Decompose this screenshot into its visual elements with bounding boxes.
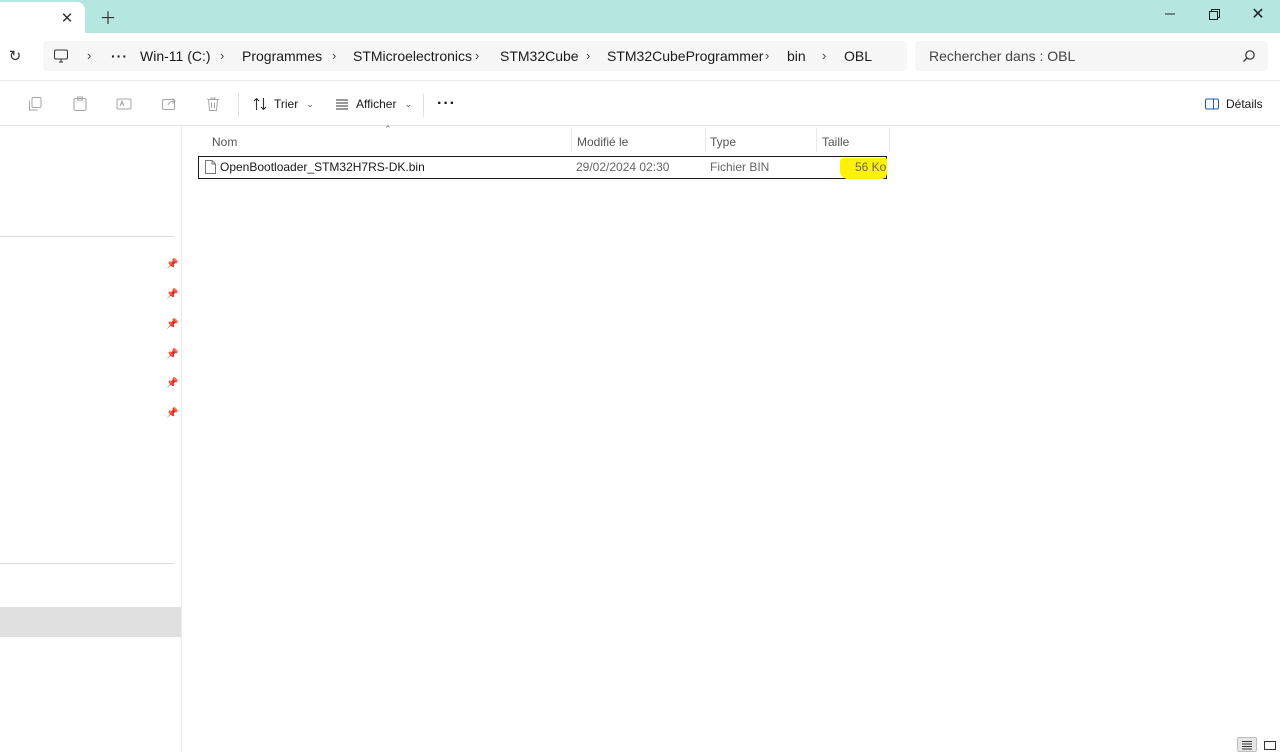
pin-icon[interactable]: 📌 xyxy=(166,289,178,301)
pin-icon[interactable]: 📌 xyxy=(166,319,178,331)
details-button[interactable]: Détails xyxy=(1204,91,1263,117)
restore-icon[interactable] xyxy=(1201,4,1227,24)
file-name[interactable]: OpenBootloader_STM32H7RS-DK.bin xyxy=(220,157,425,178)
chevron-right-icon[interactable]: › xyxy=(822,41,826,71)
pin-icon[interactable]: 📌 xyxy=(166,259,178,271)
pin-icon[interactable]: 📌 xyxy=(166,349,178,361)
column-divider[interactable] xyxy=(816,128,817,152)
column-header-modified[interactable]: Modifié le xyxy=(577,130,628,154)
view-lines-icon xyxy=(336,99,348,110)
delete-icon[interactable] xyxy=(204,95,222,113)
toolbar-divider xyxy=(238,93,239,117)
chevron-down-icon: ⌄ xyxy=(404,98,413,109)
paste-icon[interactable] xyxy=(71,95,89,113)
command-bar: Trier ⌄ Afficher ⌄ ··· Détails xyxy=(0,80,1280,126)
close-icon[interactable]: ✕ xyxy=(1245,4,1271,24)
share-icon[interactable] xyxy=(160,95,178,113)
address-bar[interactable]: › ··· Win-11 (C:) › Programmes › STMicro… xyxy=(43,41,907,71)
column-header-type[interactable]: Type xyxy=(710,130,736,154)
new-tab-plus-icon[interactable]: ＋ xyxy=(99,7,117,28)
pin-icon[interactable]: 📌 xyxy=(166,408,178,420)
breadcrumb-current[interactable]: OBL xyxy=(844,41,872,71)
file-size: 56 Ko xyxy=(855,160,887,174)
pin-icon[interactable]: 📌 xyxy=(166,378,178,390)
rename-icon[interactable] xyxy=(115,95,133,113)
navigation-pane: 📌 📌 📌 📌 📌 📌 xyxy=(0,126,182,752)
file-type: Fichier BIN xyxy=(710,160,770,174)
refresh-icon[interactable]: ↻ xyxy=(6,47,24,65)
file-icon xyxy=(205,160,216,174)
breadcrumb-item[interactable]: STM32CubeProgrammer xyxy=(607,41,763,71)
breadcrumb-item[interactable]: Programmes xyxy=(242,41,322,71)
computer-icon[interactable] xyxy=(53,48,69,67)
view-label: Afficher xyxy=(356,97,397,111)
column-header-size[interactable]: Taille xyxy=(822,130,849,154)
nav-item-selected[interactable] xyxy=(0,607,181,637)
view-button[interactable]: Afficher ⌄ xyxy=(334,91,412,117)
tab-close-icon[interactable]: ✕ xyxy=(58,9,76,27)
minimize-icon[interactable] xyxy=(1157,4,1183,24)
chevron-right-icon[interactable]: › xyxy=(87,41,91,71)
chevron-right-icon[interactable]: › xyxy=(586,41,590,71)
chevron-right-icon[interactable]: › xyxy=(765,41,769,71)
toolbar-divider xyxy=(423,93,424,117)
details-view-icon xyxy=(1242,740,1252,749)
breadcrumb-overflow[interactable]: ··· xyxy=(111,41,128,71)
active-tab[interactable]: ✕ xyxy=(0,2,85,33)
file-modified: 29/02/2024 02:30 xyxy=(576,160,670,174)
sort-ascending-icon: ⌃ xyxy=(384,124,392,134)
column-divider[interactable] xyxy=(571,128,572,152)
sort-icon xyxy=(253,97,267,111)
file-row[interactable]: OpenBootloader_STM32H7RS-DK.bin 29/02/20… xyxy=(198,156,887,179)
address-row: ↻ › ··· Win-11 (C:) › Programmes › STMic… xyxy=(0,33,1280,80)
nav-divider xyxy=(0,236,174,237)
column-divider[interactable] xyxy=(705,128,706,152)
search-icon[interactable] xyxy=(1242,49,1256,63)
breadcrumb-item[interactable]: STM32Cube xyxy=(500,41,579,71)
search-input[interactable]: Rechercher dans : OBL xyxy=(915,41,1268,71)
chevron-right-icon[interactable]: › xyxy=(332,41,336,71)
details-view-toggle[interactable] xyxy=(1237,737,1257,752)
breadcrumb-item[interactable]: bin xyxy=(787,41,806,71)
more-options-button[interactable]: ··· xyxy=(437,91,456,117)
breadcrumb-item[interactable]: STMicroelectronics xyxy=(353,41,472,71)
details-label: Détails xyxy=(1226,97,1263,111)
chevron-right-icon[interactable]: › xyxy=(475,41,479,71)
tiles-view-toggle[interactable] xyxy=(1260,737,1280,752)
title-bar: ✕ ＋ ✕ xyxy=(0,0,1280,33)
file-list: ⌃ Nom Modifié le Type Taille OpenBootloa… xyxy=(183,124,1280,752)
sort-label: Trier xyxy=(274,97,299,111)
breadcrumb-item[interactable]: Win-11 (C:) xyxy=(140,41,211,71)
copy-icon[interactable] xyxy=(26,95,44,113)
column-divider[interactable] xyxy=(889,128,890,152)
nav-divider xyxy=(0,563,174,564)
search-placeholder: Rechercher dans : OBL xyxy=(929,48,1076,64)
column-header-name[interactable]: Nom xyxy=(212,130,237,154)
chevron-right-icon[interactable]: › xyxy=(220,41,224,71)
tiles-view-icon xyxy=(1264,740,1276,750)
chevron-down-icon: ⌄ xyxy=(306,98,314,109)
details-pane-icon xyxy=(1205,98,1219,110)
sort-button[interactable]: Trier ⌄ xyxy=(252,91,314,117)
